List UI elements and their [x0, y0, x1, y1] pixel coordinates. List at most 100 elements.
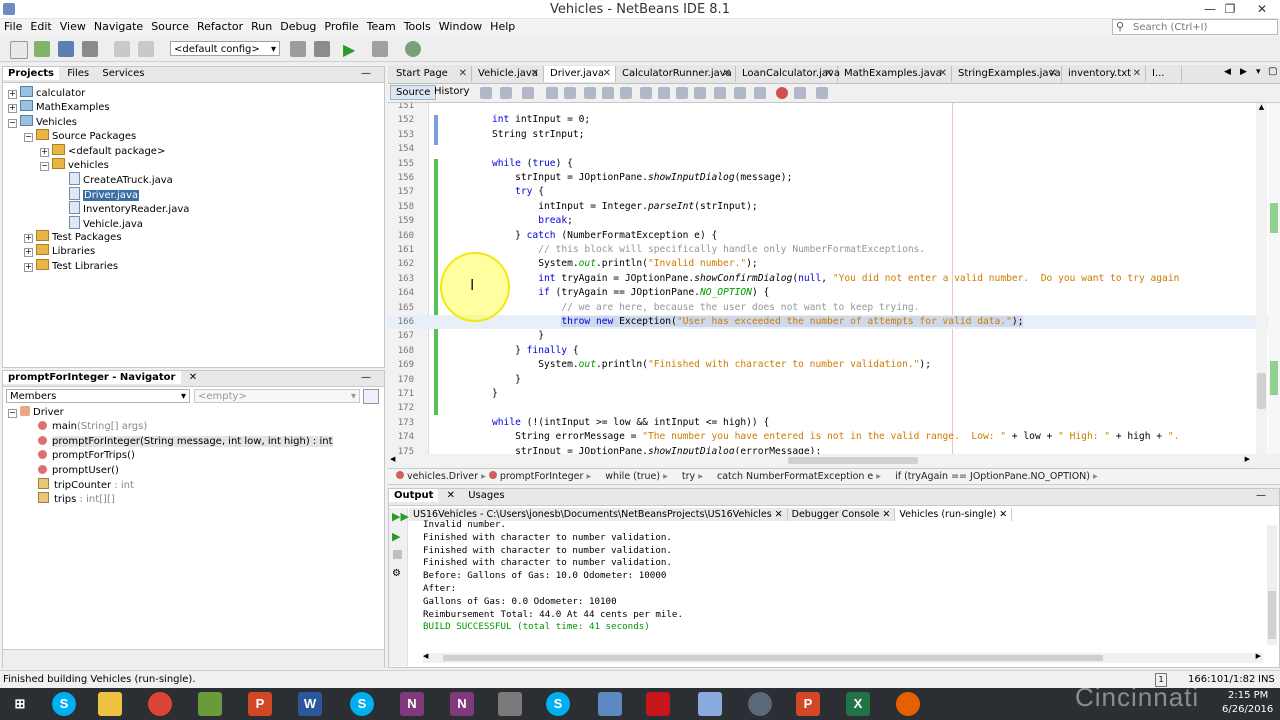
editor-tool-icon[interactable] — [754, 87, 766, 99]
tab-services[interactable]: Services — [97, 67, 149, 80]
minimize-panel-icon[interactable]: — — [1251, 489, 1271, 502]
scroll-thumb[interactable] — [1257, 373, 1266, 409]
tree-item[interactable]: Vehicle.java — [8, 215, 384, 230]
powerpoint-icon[interactable]: P — [796, 692, 820, 716]
scroll-right-icon[interactable]: ▶ — [1245, 455, 1250, 463]
skype-icon[interactable]: S — [52, 692, 76, 716]
excel-icon[interactable]: X — [846, 692, 870, 716]
onenote-icon[interactable]: N — [450, 692, 474, 716]
powerpoint-icon[interactable]: P — [248, 692, 272, 716]
run-icon[interactable]: ▶ — [343, 40, 355, 59]
save-all-icon[interactable] — [82, 41, 98, 57]
search-input[interactable]: Search (Ctrl+I) — [1112, 19, 1278, 35]
editor-tool-icon[interactable] — [602, 87, 614, 99]
breadcrumb-item[interactable]: catch NumberFormatException e ▸ — [706, 471, 884, 482]
editor-tool-icon[interactable] — [658, 87, 670, 99]
collapse-icon[interactable]: − — [8, 409, 17, 418]
settings-icon[interactable]: ⚙ — [392, 568, 401, 579]
output-subtab[interactable]: Debugger Console ✕ — [787, 508, 896, 521]
scroll-up-icon[interactable]: ▲ — [1256, 103, 1267, 111]
menu-debug[interactable]: Debug — [276, 19, 320, 33]
hscroll-thumb[interactable] — [788, 457, 918, 464]
nav-member[interactable]: promptForInteger(String message, int low… — [8, 435, 333, 449]
scroll-left-icon[interactable]: ◀ — [423, 652, 428, 660]
editor-tab[interactable]: LoanCalculator.java ✕ — [736, 66, 840, 82]
undo-icon[interactable] — [114, 41, 130, 57]
nav-class-driver[interactable]: − Driver — [8, 406, 333, 420]
breadcrumb-item[interactable]: try ▸ — [671, 471, 706, 482]
tree-item[interactable]: + MathExamples — [8, 100, 384, 114]
breadcrumb-item[interactable]: while (true) ▸ — [594, 471, 671, 482]
tree-item[interactable]: CreateATruck.java — [8, 172, 384, 186]
editor-tab[interactable]: inventory.txt ✕ — [1062, 66, 1146, 82]
nav-member[interactable]: promptForTrips() — [8, 449, 333, 463]
editor-tool-icon[interactable] — [584, 87, 596, 99]
stop-icon[interactable] — [393, 550, 402, 559]
monitor-icon[interactable] — [598, 692, 622, 716]
tab-scroll-left-icon[interactable]: ◀ — [1224, 67, 1231, 77]
editor-tool-icon[interactable] — [734, 87, 746, 99]
close-tab-icon[interactable]: ✕ — [603, 66, 611, 82]
scroll-thumb[interactable] — [1268, 591, 1276, 639]
history-tab[interactable]: History — [434, 86, 470, 97]
app-icon[interactable] — [748, 692, 772, 716]
start-icon[interactable]: ⊞ — [8, 692, 32, 716]
rerun-config-icon[interactable]: ▶ — [392, 530, 400, 543]
close-tab-icon[interactable]: ✕ — [825, 66, 833, 82]
breadcrumb-item[interactable]: vehicles.Driver ▸ — [396, 471, 489, 482]
redo-icon[interactable] — [138, 41, 154, 57]
file-explorer-icon[interactable] — [98, 692, 122, 716]
menu-source[interactable]: Source — [147, 19, 193, 33]
maximize-editor-icon[interactable]: ▢ — [1268, 66, 1277, 77]
firefox-icon[interactable] — [896, 692, 920, 716]
expand-icon[interactable]: + — [24, 262, 33, 272]
tab-files[interactable]: Files — [62, 67, 94, 80]
editor-tool-icon[interactable] — [694, 87, 706, 99]
rerun-icon[interactable]: ▶▶ — [392, 510, 409, 523]
menu-navigate[interactable]: Navigate — [90, 19, 147, 33]
tree-item[interactable]: − Source Packages — [8, 129, 384, 143]
editor-tool-icon[interactable] — [794, 87, 806, 99]
debug-icon[interactable] — [372, 41, 388, 57]
editor-tool-icon[interactable] — [816, 87, 828, 99]
maximize-button[interactable]: ❐ — [1216, 0, 1244, 18]
scroll-left-icon[interactable]: ◀ — [390, 455, 395, 463]
breadcrumb-item[interactable]: if (tryAgain == JOptionPane.NO_OPTION) ▸ — [884, 471, 1098, 482]
tree-item[interactable]: + <default package> — [8, 143, 384, 158]
tab-output[interactable]: Output — [389, 489, 439, 502]
editor-tab[interactable]: CalculatorRunner.java ✕ — [616, 66, 736, 82]
close-icon[interactable]: ✕ — [442, 489, 460, 502]
tab-scroll-right-icon[interactable]: ▶ — [1240, 67, 1247, 77]
tree-item[interactable]: InventoryReader.java — [8, 201, 384, 215]
profile-icon[interactable] — [405, 41, 421, 57]
expand-icon[interactable]: + — [24, 248, 33, 258]
netbeans-icon[interactable] — [698, 692, 722, 716]
empty-filter[interactable]: <empty> ▾ — [194, 389, 360, 403]
editor-tool-icon[interactable] — [500, 87, 512, 99]
source-tab[interactable]: Source — [390, 85, 437, 100]
menu-file[interactable]: File — [0, 19, 26, 33]
close-tab-icon[interactable]: ✕ — [459, 66, 467, 82]
menu-edit[interactable]: Edit — [26, 19, 55, 33]
output-subtab[interactable]: Vehicles (run-single) ✕ — [895, 508, 1013, 521]
close-button[interactable]: ✕ — [1244, 0, 1280, 18]
build-icon[interactable] — [290, 41, 306, 57]
editor-tool-icon[interactable] — [522, 87, 534, 99]
new-file-icon[interactable] — [10, 41, 28, 59]
menu-window[interactable]: Window — [435, 19, 486, 33]
config-select[interactable]: <default config> ▾ — [170, 41, 280, 56]
output-console[interactable]: Invalid number. Finished with character t… — [423, 519, 683, 634]
editor-tool-icon[interactable] — [676, 87, 688, 99]
close-tab-icon[interactable]: ✕ — [1133, 66, 1141, 82]
close-tab-icon[interactable]: ✕ — [772, 509, 783, 520]
tree-item[interactable]: Driver.java — [8, 186, 384, 201]
new-project-icon[interactable] — [34, 41, 50, 57]
minimize-panel-icon[interactable]: — — [356, 371, 376, 384]
close-tab-icon[interactable]: ✕ — [939, 66, 947, 82]
editor-tool-icon[interactable] — [776, 87, 788, 99]
tools-icon[interactable] — [498, 692, 522, 716]
expand-icon[interactable]: + — [24, 233, 33, 243]
tab-projects[interactable]: Projects — [3, 67, 60, 80]
tab-list-icon[interactable]: ▾ — [1256, 67, 1261, 77]
menu-view[interactable]: View — [56, 19, 90, 33]
